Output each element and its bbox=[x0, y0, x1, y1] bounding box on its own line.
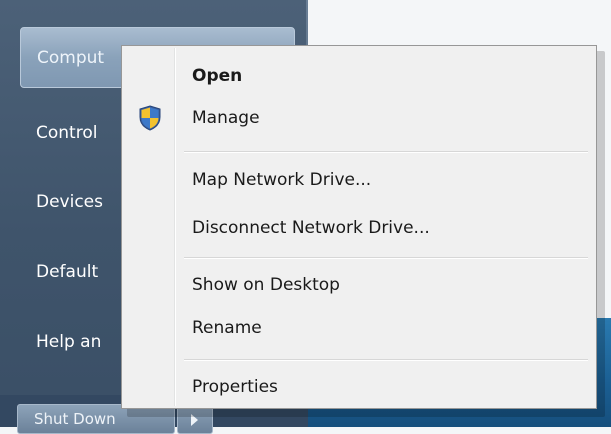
menu-item-manage-label: Manage bbox=[192, 108, 260, 128]
menu-item-properties[interactable]: Properties bbox=[124, 366, 594, 408]
menu-item-disconnect-network-drive[interactable]: Disconnect Network Drive... bbox=[124, 207, 594, 249]
menu-separator bbox=[184, 151, 588, 153]
menu-item-manage[interactable]: Manage bbox=[124, 97, 594, 139]
menu-separator bbox=[184, 257, 588, 259]
uac-shield-icon bbox=[139, 105, 161, 131]
menu-item-open[interactable]: Open bbox=[124, 55, 594, 97]
context-menu: Open Manage Map Network Drive... Disconn… bbox=[121, 45, 597, 409]
menu-separator bbox=[184, 359, 588, 361]
menu-item-show-on-desktop[interactable]: Show on Desktop bbox=[124, 264, 594, 306]
menu-item-map-network-drive[interactable]: Map Network Drive... bbox=[124, 159, 594, 201]
menu-item-rename[interactable]: Rename bbox=[124, 307, 594, 349]
